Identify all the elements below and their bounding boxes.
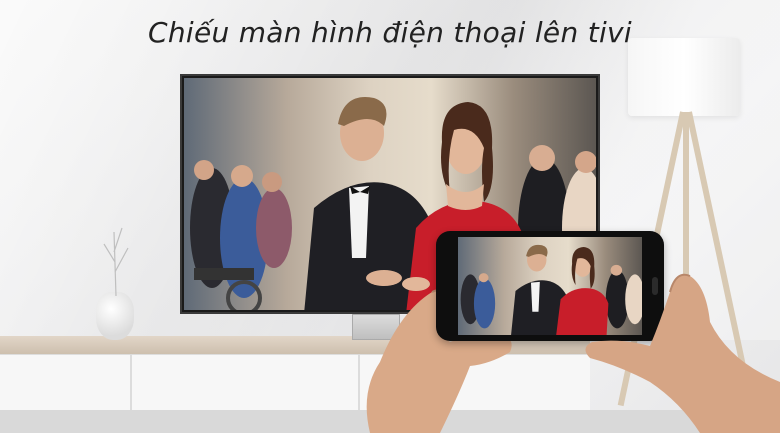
dry-branches <box>103 227 129 296</box>
right-hand <box>585 273 780 433</box>
vase-icon <box>96 292 134 340</box>
floor-lamp-icon <box>628 38 740 116</box>
promo-banner: Chiếu màn hình điện thoại lên tivi <box>0 0 780 433</box>
